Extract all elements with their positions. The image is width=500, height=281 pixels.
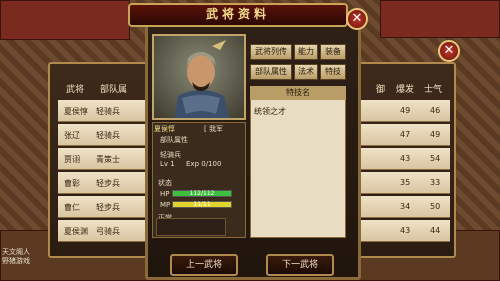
- row-name: 夏侯惇: [64, 107, 88, 116]
- mp-bar: 11/11: [172, 201, 232, 208]
- row-name: 夏侯渊: [64, 227, 88, 236]
- list-close-button[interactable]: ✕: [438, 40, 460, 62]
- row-name: 曹仁: [64, 203, 80, 212]
- row-morale: 33: [430, 178, 441, 187]
- row-morale: 46: [430, 106, 441, 115]
- header-general: 武将: [66, 85, 85, 95]
- row-name: 张辽: [64, 131, 80, 140]
- row-burst: 49: [400, 106, 411, 115]
- header-burst: 爆发: [396, 85, 415, 95]
- prev-general-button[interactable]: 上一武将: [170, 254, 238, 276]
- hero-name: 夏侯惇: [154, 125, 175, 133]
- skill-header: 特技名: [250, 86, 346, 100]
- row-unit: 青策士: [96, 155, 120, 164]
- tab-ability[interactable]: 能力: [294, 44, 318, 60]
- unit-type: 轻骑兵: [160, 151, 181, 159]
- tab-skills[interactable]: 特技: [320, 64, 346, 80]
- status-effects-box: [156, 218, 226, 236]
- tab-bio[interactable]: 武将列传: [250, 44, 292, 60]
- header-morale: 士气: [424, 85, 443, 95]
- roof-left: [0, 0, 130, 40]
- mp-label: MP: [160, 201, 171, 209]
- row-burst: 43: [400, 154, 411, 163]
- hp-label: HP: [160, 190, 170, 198]
- watermark-line2: 野猪游戏: [2, 257, 30, 265]
- row-unit: 轻步兵: [96, 179, 120, 188]
- tab-tactics[interactable]: 法术: [294, 64, 318, 80]
- close-button[interactable]: ✕: [346, 8, 368, 30]
- unit-attr-label: 部队属性: [160, 136, 188, 144]
- row-morale: 44: [430, 226, 441, 235]
- row-burst: 47: [400, 130, 411, 139]
- header-unit: 部队属: [100, 85, 128, 95]
- hero-faction: [ 我军: [204, 125, 223, 133]
- header-defense: 御: [376, 85, 386, 95]
- row-morale: 49: [430, 130, 441, 139]
- row-name: 曹彰: [64, 179, 80, 188]
- roof-right: [380, 0, 500, 38]
- watermark: 天文阁人 野猪游戏: [2, 248, 30, 266]
- hp-bar: 112/112: [172, 190, 232, 197]
- tab-unit-attr[interactable]: 部队属性: [250, 64, 292, 80]
- watermark-line1: 天文阁人: [2, 248, 30, 256]
- row-morale: 50: [430, 202, 441, 211]
- row-morale: 54: [430, 154, 441, 163]
- row-unit: 弓骑兵: [96, 227, 120, 236]
- row-name: 贾诩: [64, 155, 80, 164]
- hero-level: Lv 1: [160, 160, 175, 168]
- tab-equip[interactable]: 装备: [320, 44, 346, 60]
- row-unit: 轻步兵: [96, 203, 120, 212]
- row-burst: 43: [400, 226, 411, 235]
- hero-exp: Exp 0/100: [186, 160, 222, 168]
- status-label: 状态: [158, 179, 172, 187]
- row-burst: 35: [400, 178, 411, 187]
- row-unit: 轻骑兵: [96, 131, 120, 140]
- hero-portrait: [152, 34, 246, 120]
- skill-item[interactable]: 统领之才: [254, 106, 286, 117]
- row-burst: 34: [400, 202, 411, 211]
- mp-value: 11/11: [193, 201, 211, 208]
- dialog-title: 武将资料: [128, 3, 348, 27]
- hp-value: 112/112: [189, 190, 215, 197]
- row-unit: 轻骑兵: [96, 107, 120, 116]
- next-general-button[interactable]: 下一武将: [266, 254, 334, 276]
